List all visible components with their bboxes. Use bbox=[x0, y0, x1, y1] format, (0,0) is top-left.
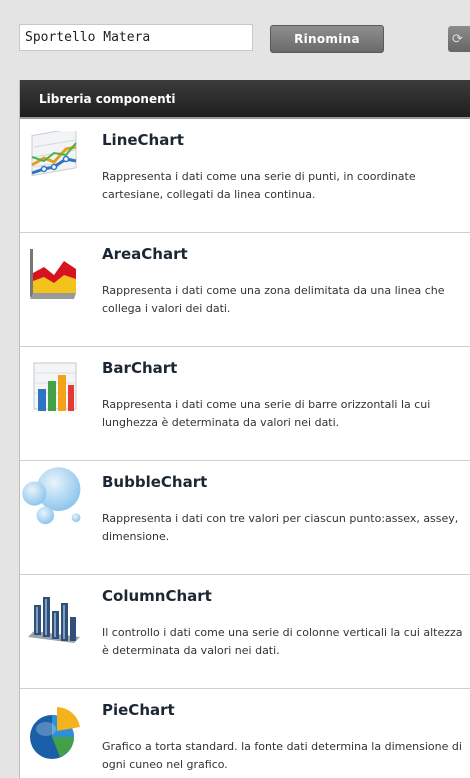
bubble-chart-icon bbox=[22, 467, 81, 525]
component-library: Libreria componenti LineChart Rappresent… bbox=[19, 80, 470, 778]
pie-chart-icon bbox=[30, 707, 80, 759]
library-item-bubblechart[interactable]: BubbleChart Rappresenta i dati con tre v… bbox=[20, 461, 470, 575]
item-description: Rappresenta i dati come una zona delimit… bbox=[102, 284, 445, 315]
library-item-barchart[interactable]: BarChart Rappresenta i dati come una ser… bbox=[20, 347, 470, 461]
column-chart-icon bbox=[28, 597, 80, 643]
item-title: LineChart bbox=[102, 131, 184, 149]
library-item-linechart[interactable]: LineChart Rappresenta i dati come una se… bbox=[20, 119, 470, 233]
item-description: Rappresenta i dati come una serie di pun… bbox=[102, 170, 416, 201]
item-description: Grafico a torta standard. la fonte dati … bbox=[102, 740, 462, 771]
toolbar: Rinomina ⟳ bbox=[0, 0, 470, 78]
library-item-piechart[interactable]: PieChart Grafico a torta standard. la fo… bbox=[20, 689, 470, 778]
item-title: BarChart bbox=[102, 359, 178, 377]
item-title: AreaChart bbox=[102, 245, 188, 263]
item-description: Il controllo i dati come una serie di co… bbox=[102, 626, 463, 657]
rename-button[interactable]: Rinomina bbox=[270, 25, 384, 53]
bar-chart-icon bbox=[33, 362, 77, 411]
refresh-icon: ⟳ bbox=[452, 31, 463, 47]
library-item-areachart[interactable]: AreaChart Rappresenta i dati come una zo… bbox=[20, 233, 470, 347]
library-header: Libreria componenti bbox=[20, 80, 470, 119]
name-input[interactable] bbox=[19, 24, 253, 51]
item-title: ColumnChart bbox=[102, 587, 212, 605]
refresh-button[interactable]: ⟳ bbox=[448, 26, 470, 52]
line-chart-icon bbox=[31, 131, 77, 177]
item-description: Rappresenta i dati come una serie di bar… bbox=[102, 398, 431, 429]
item-title: PieChart bbox=[102, 701, 175, 719]
area-chart-icon bbox=[30, 249, 76, 299]
library-item-columnchart[interactable]: ColumnChart Il controllo i dati come una… bbox=[20, 575, 470, 689]
item-description: Rappresenta i dati con tre valori per ci… bbox=[102, 512, 459, 543]
item-title: BubbleChart bbox=[102, 473, 208, 491]
